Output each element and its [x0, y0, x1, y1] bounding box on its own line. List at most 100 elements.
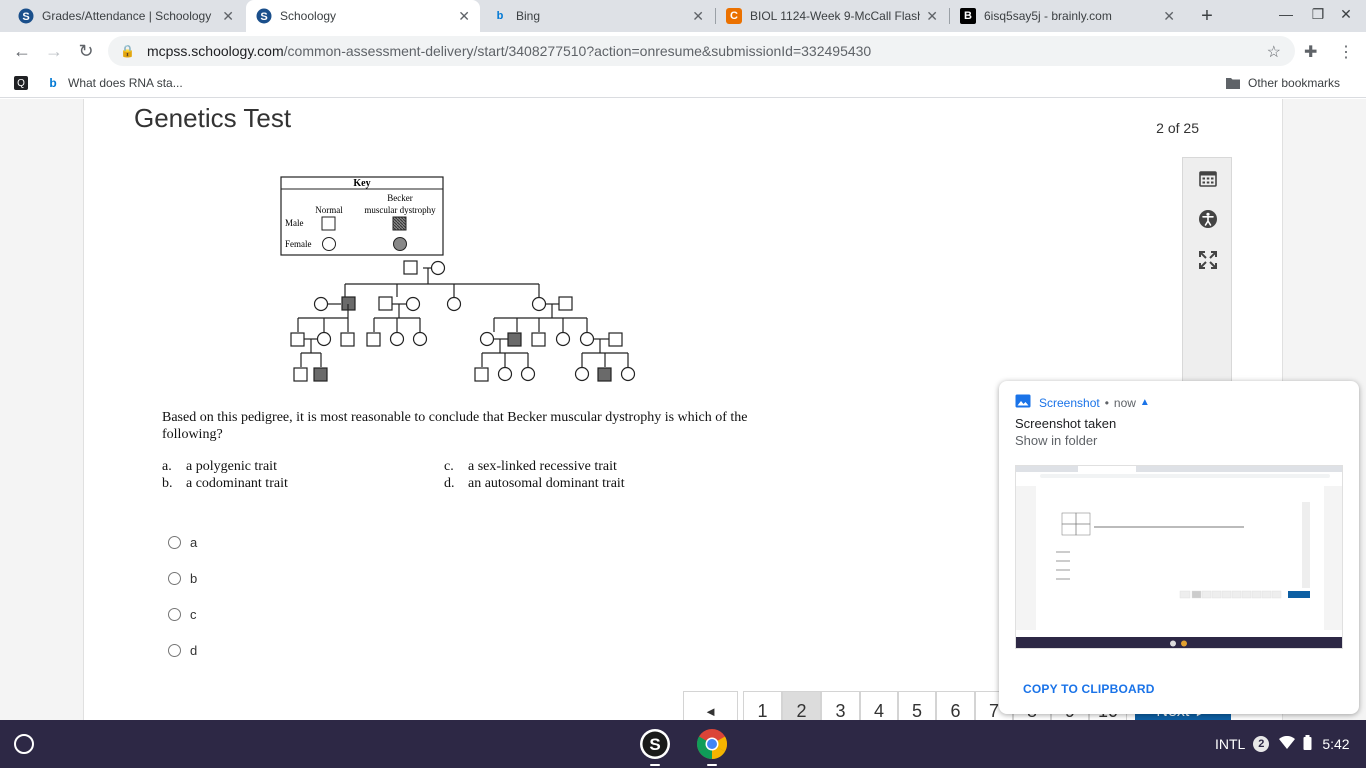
folder-icon — [1226, 76, 1240, 90]
clock: 5:42 — [1322, 736, 1350, 752]
answer-choice-b[interactable]: b — [168, 571, 197, 586]
battery-icon — [1303, 735, 1312, 753]
status-tray[interactable]: INTL 2 5:42 — [1205, 729, 1358, 759]
pedigree-key: Key Becker Normal muscular dystrophy Mal… — [280, 176, 444, 256]
calculator-icon[interactable] — [1197, 168, 1219, 190]
radio-button[interactable] — [168, 572, 181, 585]
answer-choice-d[interactable]: d — [168, 643, 197, 658]
reload-icon[interactable]: ↻ — [75, 40, 97, 62]
option-d: d. an autosomal dominant trait — [444, 476, 625, 492]
brainly-icon: B — [960, 8, 976, 24]
option-text: a polygenic trait — [186, 459, 277, 474]
pedigree-chart: Key Becker Normal muscular dystrophy Mal… — [280, 176, 636, 382]
option-letter: c. — [444, 459, 454, 474]
back-icon[interactable]: ← — [11, 40, 33, 62]
system-shelf: S INTL 2 5:42 — [0, 720, 1366, 768]
separator-dot: • — [1104, 395, 1109, 410]
address-bar[interactable]: 🔒 mcpss.schoology.com/common-assessment-… — [108, 36, 1295, 66]
page-4-button[interactable]: 4 — [860, 691, 898, 720]
svg-text:S: S — [22, 11, 29, 23]
tab-title: Grades/Attendance | Schoology — [42, 9, 212, 23]
launcher-icon[interactable] — [14, 734, 34, 754]
previous-button[interactable]: ◄ — [683, 691, 738, 720]
q-icon: Q — [14, 76, 28, 90]
accessibility-icon[interactable] — [1197, 208, 1219, 230]
notification-time: now — [1113, 395, 1136, 410]
running-indicator — [707, 764, 717, 766]
tab-brainly[interactable]: B 6isq5say5j - brainly.com ✕ — [950, 0, 1185, 32]
screenshot-notification[interactable]: Screenshot • now ▲ Screenshot taken Show… — [999, 381, 1359, 714]
radio-button[interactable] — [168, 536, 181, 549]
other-bookmarks[interactable]: Other bookmarks — [1226, 76, 1340, 90]
schoology-app-icon[interactable]: S — [639, 728, 671, 760]
choice-label: b — [190, 571, 198, 586]
key-male: Male — [285, 218, 304, 228]
tab-title: Bing — [516, 9, 541, 23]
chrome-icon[interactable] — [696, 728, 728, 760]
page-1-button[interactable]: 1 — [743, 691, 782, 720]
extensions-icon[interactable]: ✚ — [1304, 42, 1317, 62]
minimize-icon[interactable]: — — [1276, 6, 1296, 22]
page-3-button[interactable]: 3 — [821, 691, 860, 720]
option-c: c. a sex-linked recessive trait — [444, 459, 617, 475]
tab-bing[interactable]: b Bing ✕ — [482, 0, 714, 32]
page-6-button[interactable]: 6 — [936, 691, 975, 720]
image-icon — [1015, 393, 1031, 412]
tab-title: 6isq5say5j - brainly.com — [984, 9, 1112, 23]
page-2-button[interactable]: 2 — [782, 691, 821, 720]
tab-schoology[interactable]: S Schoology ✕ — [246, 0, 480, 32]
screenshot-thumbnail[interactable] — [1015, 465, 1343, 649]
new-tab-button[interactable]: + — [1195, 4, 1219, 28]
option-letter: b. — [162, 476, 173, 491]
copy-to-clipboard-button[interactable]: COPY TO CLIPBOARD — [1023, 682, 1155, 696]
page-5-button[interactable]: 5 — [898, 691, 936, 720]
radio-button[interactable] — [168, 644, 181, 657]
menu-icon[interactable]: ⋮ — [1338, 42, 1354, 62]
fullscreen-icon[interactable] — [1197, 249, 1219, 271]
tab-grades[interactable]: S Grades/Attendance | Schoology ✕ — [8, 0, 244, 32]
notification-header: Screenshot • now ▲ — [1015, 393, 1150, 412]
wifi-icon — [1279, 735, 1296, 753]
question-text: Based on this pedigree, it is most reaso… — [162, 410, 748, 442]
pedigree-tree — [290, 260, 636, 382]
close-icon[interactable]: ✕ — [222, 8, 234, 25]
close-icon[interactable]: ✕ — [1163, 8, 1175, 25]
close-icon[interactable]: ✕ — [692, 8, 704, 25]
bookmarks-bar: Q b What does RNA sta... Other bookmarks — [0, 70, 1366, 98]
choice-label: c — [190, 607, 197, 622]
option-a: a. a polygenic trait — [162, 459, 277, 475]
chegg-icon: C — [726, 8, 742, 24]
other-bookmarks-label: Other bookmarks — [1248, 76, 1341, 90]
bing-icon: b — [49, 76, 57, 90]
answer-choice-c[interactable]: c — [168, 607, 197, 622]
tab-biol[interactable]: C BIOL 1124-Week 9-McCall Flash ✕ — [716, 0, 948, 32]
close-icon[interactable]: ✕ — [926, 8, 938, 25]
bookmark-rna[interactable]: b What does RNA sta... — [46, 76, 182, 90]
svg-text:S: S — [649, 735, 660, 754]
notification-count-badge: 2 — [1253, 736, 1270, 752]
thumbnail-image — [1016, 466, 1342, 648]
radio-button[interactable] — [168, 608, 181, 621]
tab-title: BIOL 1124-Week 9-McCall Flash — [750, 9, 921, 23]
key-normal: Normal — [315, 205, 343, 215]
bookmark-q[interactable]: Q — [14, 76, 36, 90]
answer-choice-a[interactable]: a — [168, 535, 197, 550]
option-b: b. a codominant trait — [162, 476, 288, 492]
close-window-icon[interactable]: ✕ — [1336, 6, 1356, 23]
notification-app: Screenshot — [1039, 395, 1100, 410]
ime-indicator: INTL — [1215, 736, 1246, 752]
option-text: a sex-linked recessive trait — [468, 459, 617, 474]
schoology-icon: S — [256, 8, 272, 24]
chevron-up-icon[interactable]: ▲ — [1140, 397, 1150, 408]
close-icon[interactable]: ✕ — [458, 8, 470, 25]
show-in-folder-link[interactable]: Show in folder — [1015, 433, 1097, 448]
bookmark-star-icon[interactable]: ☆ — [1267, 42, 1281, 62]
browser-toolbar: ← → ↻ 🔒 mcpss.schoology.com/common-asses… — [0, 32, 1366, 70]
url-host: mcpss.schoology.com — [146, 43, 284, 59]
forward-icon[interactable]: → — [43, 40, 65, 62]
bing-icon: b — [496, 10, 504, 22]
tools-panel — [1182, 157, 1232, 397]
question-pager: ◄ — [683, 691, 738, 720]
schoology-icon: S — [18, 8, 34, 24]
restore-icon[interactable]: ❐ — [1308, 6, 1328, 23]
